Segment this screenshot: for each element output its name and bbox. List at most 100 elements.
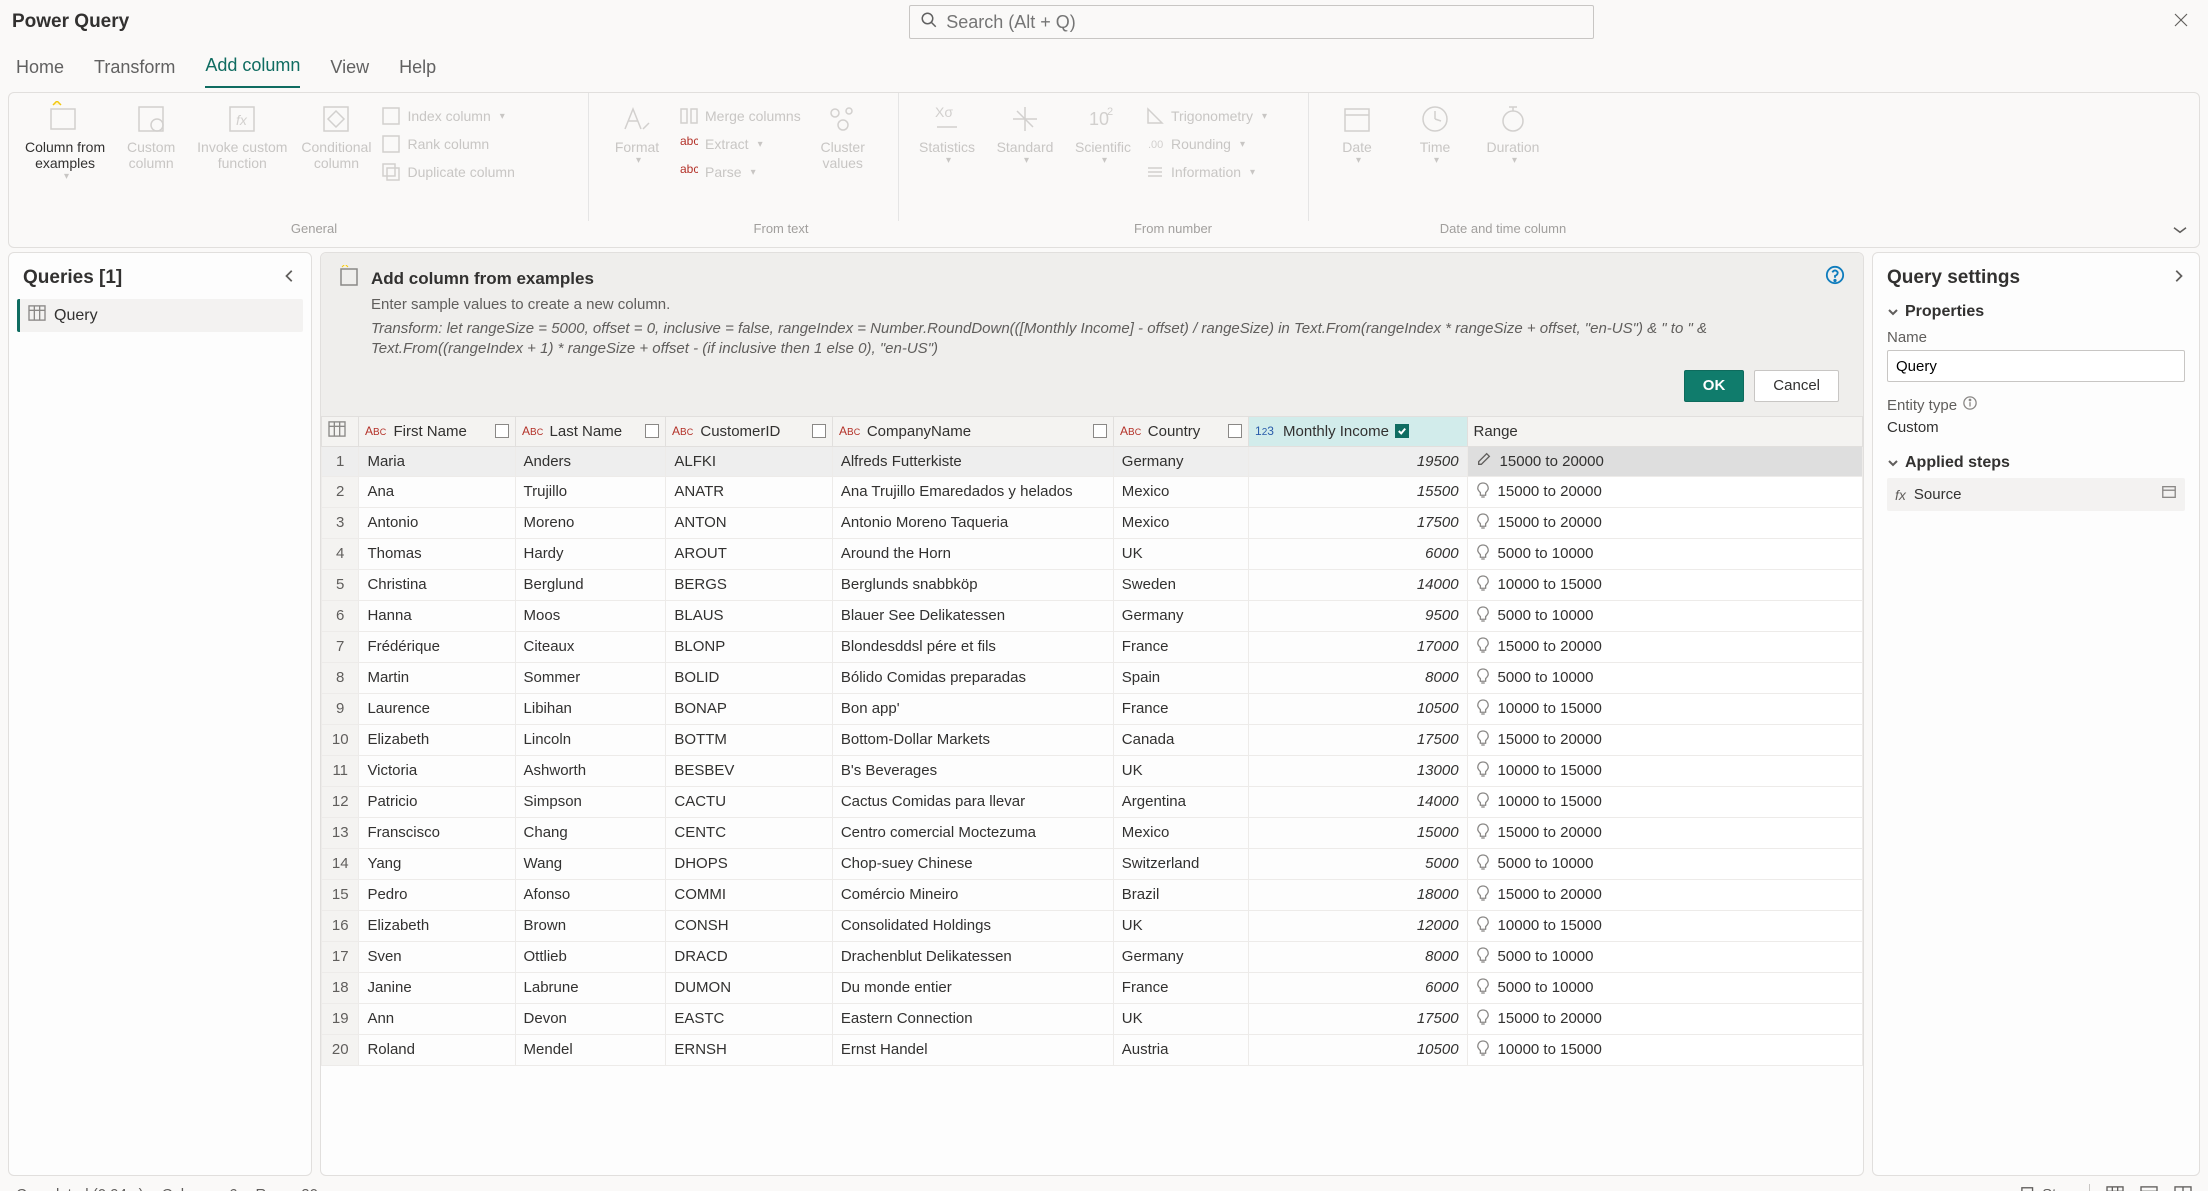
table-row[interactable]: 1MariaAndersALFKIAlfreds FutterkisteGerm…	[322, 446, 1863, 476]
index-column-button[interactable]: Index column▾	[381, 103, 514, 129]
information-button[interactable]: Information▾	[1145, 159, 1267, 185]
cell[interactable]: 15500	[1249, 476, 1468, 507]
cell[interactable]: CENTC	[666, 817, 832, 848]
cell[interactable]: Ana Trujillo Emaredados y helados	[832, 476, 1113, 507]
cell[interactable]: 6000	[1249, 538, 1468, 569]
cell[interactable]: Elizabeth	[359, 910, 515, 941]
merge-columns-button[interactable]: Merge columns	[679, 103, 801, 129]
col-range[interactable]: Range	[1467, 416, 1862, 446]
cell[interactable]: 8000	[1249, 662, 1468, 693]
table-row[interactable]: 9LaurenceLibihanBONAPBon app'France10500…	[322, 693, 1863, 724]
table-row[interactable]: 12PatricioSimpsonCACTUCactus Comidas par…	[322, 786, 1863, 817]
cell[interactable]: UK	[1113, 755, 1248, 786]
row-number[interactable]: 14	[322, 848, 359, 879]
rank-column-button[interactable]: Rank column	[381, 131, 514, 157]
cell[interactable]: CONSH	[666, 910, 832, 941]
cell[interactable]: BLONP	[666, 631, 832, 662]
cancel-button[interactable]: Cancel	[1754, 370, 1839, 402]
cell[interactable]: Antonio	[359, 507, 515, 538]
range-cell[interactable]: 15000 to 20000	[1467, 476, 1862, 507]
range-cell[interactable]: 5000 to 10000	[1467, 538, 1862, 569]
cell[interactable]: Berglund	[515, 569, 666, 600]
row-number[interactable]: 3	[322, 507, 359, 538]
cell[interactable]: 13000	[1249, 755, 1468, 786]
column-checkbox[interactable]	[812, 424, 826, 438]
duplicate-column-button[interactable]: Duplicate column	[381, 159, 514, 185]
cell[interactable]: Sven	[359, 941, 515, 972]
rounding-button[interactable]: .00Rounding▾	[1145, 131, 1267, 157]
range-cell[interactable]: 5000 to 10000	[1467, 941, 1862, 972]
cell[interactable]: Labrune	[515, 972, 666, 1003]
cell[interactable]: Trujillo	[515, 476, 666, 507]
cell[interactable]: France	[1113, 693, 1248, 724]
row-number[interactable]: 7	[322, 631, 359, 662]
cell[interactable]: Ana	[359, 476, 515, 507]
cell[interactable]: Elizabeth	[359, 724, 515, 755]
cell[interactable]: 17000	[1249, 631, 1468, 662]
cell[interactable]: Alfreds Futterkiste	[832, 446, 1113, 476]
applied-step-source[interactable]: fx Source	[1887, 478, 2185, 511]
cell[interactable]: 6000	[1249, 972, 1468, 1003]
range-cell[interactable]: 10000 to 15000	[1467, 569, 1862, 600]
cell[interactable]: Spain	[1113, 662, 1248, 693]
table-row[interactable]: 19AnnDevonEASTCEastern ConnectionUK17500…	[322, 1003, 1863, 1034]
row-number[interactable]: 18	[322, 972, 359, 1003]
cell[interactable]: BERGS	[666, 569, 832, 600]
duration-button[interactable]: Duration▾	[1477, 99, 1549, 168]
cell[interactable]: Maria	[359, 446, 515, 476]
cell[interactable]: UK	[1113, 910, 1248, 941]
info-icon[interactable]	[1963, 396, 1977, 415]
cell[interactable]: AROUT	[666, 538, 832, 569]
standard-button[interactable]: Standard▾	[989, 99, 1061, 168]
cell[interactable]: Argentina	[1113, 786, 1248, 817]
row-number[interactable]: 2	[322, 476, 359, 507]
tab-view[interactable]: View	[330, 57, 369, 88]
invoke-custom-function-button[interactable]: fx Invoke custom function	[193, 99, 291, 173]
format-button[interactable]: Format▾	[601, 99, 673, 168]
cell[interactable]: Blauer See Delikatessen	[832, 600, 1113, 631]
col-monthly-income[interactable]: 123Monthly Income	[1249, 416, 1468, 446]
row-number[interactable]: 15	[322, 879, 359, 910]
cell[interactable]: BOLID	[666, 662, 832, 693]
range-cell[interactable]: 15000 to 20000	[1467, 446, 1862, 476]
extract-button[interactable]: abcExtract▾	[679, 131, 801, 157]
tab-add-column[interactable]: Add column	[205, 55, 300, 88]
scientific-button[interactable]: 102Scientific▾	[1067, 99, 1139, 168]
select-all-corner[interactable]	[322, 416, 359, 446]
row-number[interactable]: 5	[322, 569, 359, 600]
cell[interactable]: Comércio Mineiro	[832, 879, 1113, 910]
range-cell[interactable]: 5000 to 10000	[1467, 662, 1862, 693]
table-row[interactable]: 17SvenOttliebDRACDDrachenblut Delikatess…	[322, 941, 1863, 972]
applied-steps-section[interactable]: Applied steps	[1887, 454, 2185, 472]
table-row[interactable]: 16ElizabethBrownCONSHConsolidated Holdin…	[322, 910, 1863, 941]
table-row[interactable]: 2AnaTrujilloANATRAna Trujillo Emaredados…	[322, 476, 1863, 507]
column-checkbox-checked[interactable]	[1395, 424, 1409, 438]
cell[interactable]: Roland	[359, 1034, 515, 1065]
row-number[interactable]: 16	[322, 910, 359, 941]
table-row[interactable]: 15PedroAfonsoCOMMIComércio MineiroBrazil…	[322, 879, 1863, 910]
table-row[interactable]: 4ThomasHardyAROUTAround the HornUK600050…	[322, 538, 1863, 569]
col-last-name[interactable]: ABCLast Name	[515, 416, 666, 446]
grid-view-button[interactable]	[2106, 1186, 2124, 1191]
query-name-input[interactable]	[1887, 350, 2185, 382]
cell[interactable]: Mendel	[515, 1034, 666, 1065]
cell[interactable]: Simpson	[515, 786, 666, 817]
cell[interactable]: Centro comercial Moctezuma	[832, 817, 1113, 848]
cell[interactable]: Franscisco	[359, 817, 515, 848]
range-cell[interactable]: 10000 to 15000	[1467, 786, 1862, 817]
cell[interactable]: UK	[1113, 1003, 1248, 1034]
cell[interactable]: Eastern Connection	[832, 1003, 1113, 1034]
cell[interactable]: ERNSH	[666, 1034, 832, 1065]
range-cell[interactable]: 5000 to 10000	[1467, 848, 1862, 879]
cell[interactable]: Consolidated Holdings	[832, 910, 1113, 941]
tab-help[interactable]: Help	[399, 57, 436, 88]
cell[interactable]: 17500	[1249, 724, 1468, 755]
row-number[interactable]: 6	[322, 600, 359, 631]
cell[interactable]: Christina	[359, 569, 515, 600]
cell[interactable]: Thomas	[359, 538, 515, 569]
cell[interactable]: COMMI	[666, 879, 832, 910]
cell[interactable]: BONAP	[666, 693, 832, 724]
cell[interactable]: 14000	[1249, 569, 1468, 600]
table-row[interactable]: 8MartinSommerBOLIDBólido Comidas prepara…	[322, 662, 1863, 693]
range-cell[interactable]: 5000 to 10000	[1467, 972, 1862, 1003]
